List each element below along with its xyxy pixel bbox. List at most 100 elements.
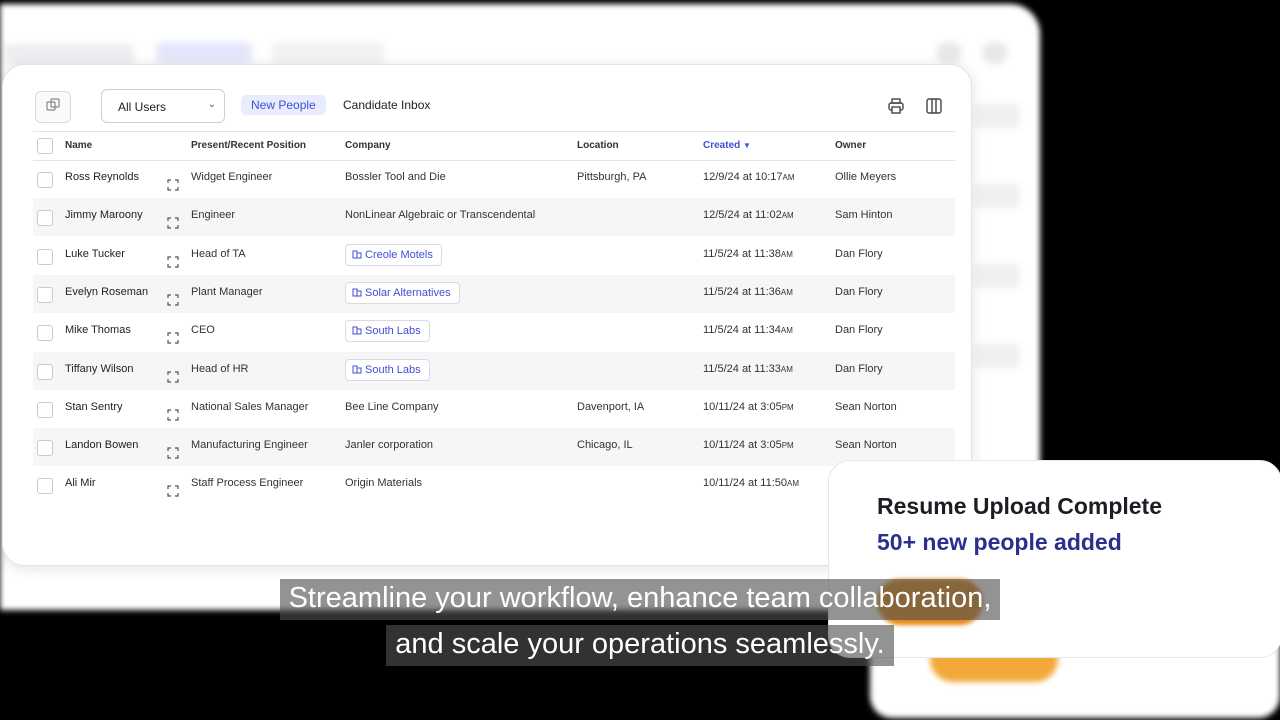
row-checkbox[interactable] <box>37 210 53 227</box>
row-checkbox[interactable] <box>37 325 53 342</box>
created-date: 10/11/24 at 3:05PM <box>703 439 794 451</box>
row-checkbox[interactable] <box>37 363 53 380</box>
print-icon[interactable] <box>887 97 905 115</box>
company-name: Creole Motels <box>365 248 433 261</box>
person-name[interactable]: Landon Bowen <box>65 439 138 451</box>
created-date: 11/5/24 at 11:36AM <box>703 286 793 298</box>
created-ampm: AM <box>780 326 793 336</box>
created-ampm: AM <box>781 211 794 221</box>
person-name[interactable]: Tiffany Wilson <box>65 363 133 375</box>
row-checkbox[interactable] <box>37 172 53 188</box>
company-link[interactable]: South Labs <box>345 358 430 381</box>
table-row[interactable]: Jimmy Maroony Engineer NonLinear Algebraic… <box>33 198 955 237</box>
created-datetime: 12/5/24 at 11:02 <box>703 209 782 222</box>
sort-down-icon: ▼ <box>743 141 751 150</box>
owner: Dan Flory <box>835 247 883 260</box>
table-header: Name Present/Recent Position Company Loc… <box>33 131 955 161</box>
location: Davenport, IA <box>577 400 645 413</box>
owner: Dan Flory <box>835 285 883 298</box>
table-row[interactable]: Luke Tucker Head of TA Creole Motels 11/5/2… <box>33 237 955 275</box>
person-name[interactable]: Stan Sentry <box>65 401 122 413</box>
toast-title: Resume Upload Complete <box>877 493 1162 519</box>
tab-candidate-inbox[interactable]: Candidate Inbox <box>333 95 440 115</box>
table-row[interactable]: Stan Sentry National Sales Manager Bee Lin… <box>33 390 955 428</box>
created-ampm: AM <box>787 479 799 489</box>
column-created-label: Created <box>703 140 741 151</box>
table-row[interactable]: Landon Bowen Manufacturing Engineer Janler… <box>33 428 955 467</box>
toolbar: All Users ⌄ New People Candidate Inbox <box>3 65 971 129</box>
row-checkbox[interactable] <box>37 286 53 303</box>
expand-icon[interactable] <box>167 446 179 459</box>
company-name: Bossler Tool and Die <box>345 171 446 183</box>
building-icon <box>352 287 365 299</box>
created-datetime: 10/11/24 at 3:05 <box>703 439 782 452</box>
expand-icon[interactable] <box>167 484 179 497</box>
created-date: 12/5/24 at 11:02AM <box>703 209 794 221</box>
column-company[interactable]: Company <box>345 140 391 151</box>
caption-line-2-wrap: and scale your operations seamlessly. <box>0 625 1280 666</box>
location: Pittsburgh, PA <box>577 171 647 183</box>
expand-icon[interactable] <box>167 293 179 306</box>
table-row[interactable]: Evelyn Roseman Plant Manager Solar Alterna… <box>33 274 955 313</box>
company-link[interactable]: Solar Alternatives <box>345 281 460 304</box>
created-datetime: 11/5/24 at 11:38 <box>703 247 781 260</box>
person-name[interactable]: Evelyn Roseman <box>65 286 148 298</box>
created-datetime: 12/9/24 at 10:17 <box>703 171 783 183</box>
owner: Dan Flory <box>835 362 883 375</box>
row-checkbox[interactable] <box>37 401 53 418</box>
owner: Sam Hinton <box>835 209 893 222</box>
position: Engineer <box>191 209 236 222</box>
table-row[interactable]: Ross Reynolds Widget Engineer Bossler Tool… <box>33 160 955 198</box>
expand-icon[interactable] <box>167 178 179 191</box>
created-ampm: PM <box>781 402 794 412</box>
owner: Ollie Meyers <box>835 171 897 183</box>
tab-new-people[interactable]: New People <box>241 95 326 115</box>
company-name: Bee Line Company <box>345 400 439 413</box>
expand-icon[interactable] <box>167 370 179 383</box>
created-ampm: AM <box>782 173 795 182</box>
company-link[interactable]: South Labs <box>345 320 430 343</box>
column-created[interactable]: Created ▼ <box>703 140 751 151</box>
expand-icon[interactable] <box>167 331 179 344</box>
position: Plant Manager <box>191 285 263 298</box>
caption-line-1-wrap: Streamline your workflow, enhance team c… <box>0 579 1280 620</box>
table-row[interactable]: Ali Mir Staff Process Engineer Origin Mate… <box>33 466 955 504</box>
created-date: 11/5/24 at 11:34AM <box>703 324 793 336</box>
created-date: 11/5/24 at 11:38AM <box>703 248 793 260</box>
copy-button[interactable] <box>35 91 71 123</box>
row-checkbox[interactable] <box>37 440 53 457</box>
column-location[interactable]: Location <box>577 140 619 151</box>
user-filter-select[interactable]: All Users ⌄ <box>101 89 225 123</box>
person-name[interactable]: Ali Mir <box>65 477 96 489</box>
column-position[interactable]: Present/Recent Position <box>191 140 306 151</box>
created-ampm: AM <box>780 287 793 297</box>
table-row[interactable]: Tiffany Wilson Head of HR South Labs 11/5/2… <box>33 351 955 390</box>
position: Head of HR <box>191 362 249 375</box>
expand-icon[interactable] <box>167 408 179 421</box>
column-name[interactable]: Name <box>65 140 92 151</box>
company-name: Solar Alternatives <box>365 286 451 299</box>
person-name[interactable]: Luke Tucker <box>65 248 125 260</box>
row-checkbox[interactable] <box>37 478 53 495</box>
person-name[interactable]: Ross Reynolds <box>65 171 139 183</box>
position: CEO <box>191 324 215 337</box>
company-link[interactable]: Creole Motels <box>345 243 442 266</box>
created-datetime: 11/5/24 at 11:33 <box>703 362 781 375</box>
person-name[interactable]: Mike Thomas <box>65 324 131 336</box>
select-all-checkbox[interactable] <box>37 138 53 154</box>
column-owner[interactable]: Owner <box>835 140 866 151</box>
chevron-down-icon: ⌄ <box>207 99 216 110</box>
expand-icon[interactable] <box>167 255 179 268</box>
position: Widget Engineer <box>191 171 273 183</box>
company-name: Origin Materials <box>345 477 423 490</box>
person-name[interactable]: Jimmy Maroony <box>65 209 143 221</box>
created-ampm: AM <box>780 249 793 259</box>
copy-icon <box>46 97 60 117</box>
table-row[interactable]: Mike Thomas CEO South Labs 11/5/24 at 11:34… <box>33 313 955 351</box>
caption-line-2: and scale your operations seamlessly. <box>386 625 894 666</box>
position: Manufacturing Engineer <box>191 439 308 452</box>
columns-icon[interactable] <box>925 97 943 115</box>
row-checkbox[interactable] <box>37 248 53 265</box>
company-name: NonLinear Algebraic or Transcendental <box>345 209 536 222</box>
expand-icon[interactable] <box>167 216 179 229</box>
